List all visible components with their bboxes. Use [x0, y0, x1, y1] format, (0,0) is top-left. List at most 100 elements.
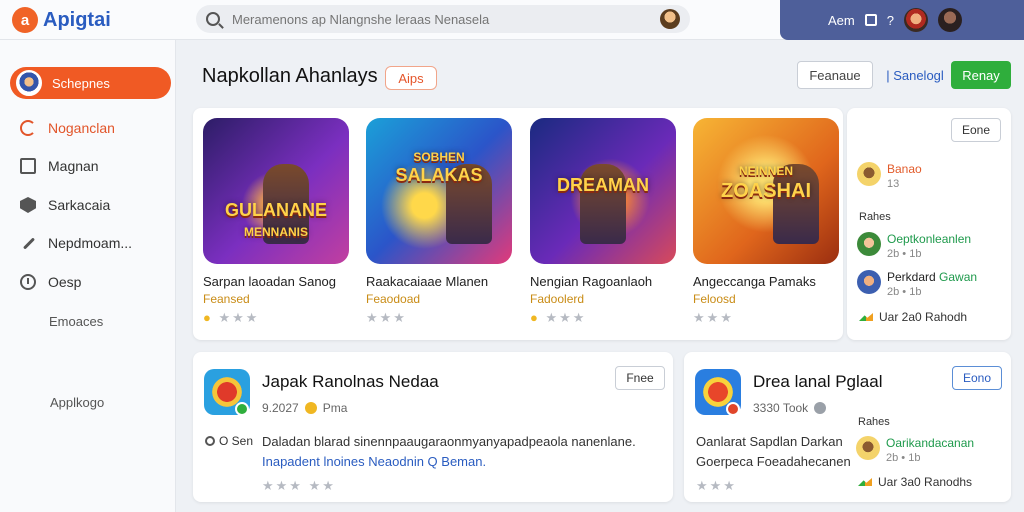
game-tag: Feansed: [203, 292, 250, 306]
user-name: Perkdard: [887, 270, 936, 284]
game-title[interactable]: Nengian Ragoanlaoh: [530, 274, 678, 289]
account-menu[interactable]: Aem: [828, 13, 855, 28]
game-artwork[interactable]: NEINNEN ZOASHAI: [693, 118, 839, 264]
art-title: SOBHEN: [413, 150, 465, 165]
refresh-icon: [20, 120, 36, 136]
status-dot-icon: [235, 402, 249, 416]
art-title: NEINNEN: [738, 164, 793, 179]
link-b[interactable]: Neaodnin Q Beman.: [368, 454, 486, 469]
see-button[interactable]: O Sen: [205, 434, 253, 448]
app-title[interactable]: Japak Ranolnas Nedaa: [262, 372, 439, 392]
game-title[interactable]: Raakacaiaae Mlanen: [366, 274, 514, 289]
sidebar-footer-label[interactable]: Applkogo: [50, 395, 104, 410]
secondary-button[interactable]: Feanaue: [797, 61, 873, 89]
game-card[interactable]: NEINNEN ZOASHAI Angeccanga Pamaks Feloos…: [693, 118, 841, 326]
game-card[interactable]: GULANANE MENNANIS Sarpan laoadan Sanog F…: [203, 118, 351, 326]
game-artwork[interactable]: DREAMAN: [530, 118, 676, 264]
user-row[interactable]: Banao 13: [857, 162, 922, 190]
art-subtitle: ZOASHAI: [721, 179, 811, 202]
game-card[interactable]: DREAMAN Nengian Ragoanlaoh Fadoolerd ● ★…: [530, 118, 678, 326]
app-card[interactable]: Drea lanal Pglaal 3330 Took Eono Oanlara…: [684, 352, 1011, 502]
link-a[interactable]: Inapadent lnoines: [262, 454, 365, 469]
app-name: Apigtai: [43, 8, 111, 31]
apps-badge[interactable]: Aips: [385, 66, 437, 90]
trend-icon: [859, 313, 873, 321]
activity-panel: Eone Banao 13 Rahes Oeptkonleanlen 2b • …: [847, 108, 1011, 340]
sidebar-item-1[interactable]: Noganclan: [20, 120, 115, 136]
rating-stars: ● ★★★: [203, 310, 351, 326]
avatar: [857, 270, 881, 294]
rating-value: ★★★: [218, 310, 260, 325]
sidebar-item-label: Nepdmoam...: [48, 235, 133, 251]
rating-value: ★★★: [696, 478, 737, 493]
sidebar-item-label: Schepnes: [52, 75, 110, 91]
game-tag: Fadoolerd: [530, 292, 585, 306]
open-button[interactable]: Eono: [952, 366, 1002, 390]
user-meta: 2b • 1b: [887, 248, 922, 260]
info-icon: [814, 402, 827, 414]
panel-button[interactable]: Eone: [951, 118, 1001, 142]
box-icon: [20, 158, 36, 174]
app-card[interactable]: Japak Ranolnas Nedaa 9.2027 Pma Fnee O S…: [193, 352, 673, 502]
card-footer[interactable]: Uar 3a0 Ranodhs: [858, 475, 972, 489]
app-links: Inapadent lnoines Neaodnin Q Beman.: [262, 454, 486, 469]
section-label: Rahes: [858, 416, 890, 428]
search-input[interactable]: [232, 11, 660, 27]
user-meta: 2b • 1b: [886, 452, 921, 464]
sidebar-item-label: Sarkacaia: [48, 197, 111, 213]
sidebar-item-2[interactable]: Magnan: [20, 158, 99, 174]
avatar: [856, 436, 880, 460]
app-logo[interactable]: a Apigtai: [12, 7, 111, 33]
game-artwork[interactable]: GULANANE MENNANIS: [203, 118, 349, 264]
game-artwork[interactable]: SOBHEN SALAKAS: [366, 118, 512, 264]
search-icon[interactable]: [206, 12, 220, 26]
free-button[interactable]: Fnee: [615, 366, 665, 390]
sidebar-item-4[interactable]: Nepdmoam...: [20, 235, 132, 251]
rating-face-icon: ●: [530, 310, 540, 325]
footer-text: Uar 2a0 Rahodh: [879, 310, 968, 324]
avatar-profile[interactable]: [937, 8, 962, 32]
ring-icon: [205, 436, 215, 446]
user-row[interactable]: Oarikandacanan 2b • 1b: [856, 436, 974, 464]
avatar[interactable]: [903, 8, 928, 32]
app-title[interactable]: Drea lanal Pglaal: [753, 372, 882, 392]
app-description-2: Goerpeca Foeadahecanen: [696, 454, 851, 469]
avatar: [857, 232, 881, 256]
panel-footer[interactable]: Uar 2a0 Rahodh: [859, 310, 967, 324]
app-version: 9.2027: [262, 401, 299, 415]
sidebar-subitem[interactable]: Emoaces: [49, 314, 103, 329]
app-version: 3330 Took: [753, 401, 809, 415]
rating-stars: ● ★★★: [530, 310, 678, 326]
calendar-icon[interactable]: [864, 14, 877, 26]
help-icon[interactable]: ?: [887, 13, 894, 28]
game-card[interactable]: SOBHEN SALAKAS Raakacaiaae Mlanen Feaodo…: [366, 118, 514, 326]
art-subtitle: SALAKAS: [395, 165, 483, 185]
sidebar-item-label: Noganclan: [48, 120, 115, 136]
search-bar[interactable]: [196, 5, 690, 33]
wrench-icon: [20, 235, 36, 251]
user-meta: 2b • 1b: [887, 286, 922, 298]
rating-face-icon: [304, 402, 317, 414]
trend-icon: [858, 478, 872, 486]
search-avatar-icon[interactable]: [660, 9, 680, 29]
user-row[interactable]: Oeptkonleanlen 2b • 1b: [857, 232, 971, 260]
sidebar-avatar: [16, 70, 42, 96]
user-name: Oeptkonleanlen: [887, 232, 972, 246]
user-row[interactable]: Perkdard Gawan 2b • 1b: [857, 270, 977, 298]
link-button[interactable]: | Sanelogl: [886, 61, 944, 89]
user-toolbar: Aem ?: [780, 0, 1024, 40]
sidebar-item-3[interactable]: Sarkacaia: [20, 197, 110, 213]
sidebar-item-5[interactable]: Oesp: [20, 274, 81, 290]
app-description: Daladan blarad sinennpaaugaraonmyanyapad…: [262, 434, 636, 449]
sidebar-item-label: Oesp: [48, 274, 82, 290]
rating-value: ★★★: [366, 310, 407, 325]
shield-icon: [20, 197, 36, 213]
rating-value: ★★★: [545, 310, 587, 325]
app-meta: 9.2027 Pma: [262, 401, 347, 415]
game-title[interactable]: Angeccanga Pamaks: [693, 274, 841, 289]
primary-button[interactable]: Renay: [951, 61, 1011, 89]
game-tag: Feloosd: [693, 292, 736, 306]
logo-mark-icon: a: [12, 7, 38, 33]
sidebar-item-active[interactable]: Schepnes: [10, 67, 171, 99]
game-title[interactable]: Sarpan laoadan Sanog: [203, 274, 351, 289]
